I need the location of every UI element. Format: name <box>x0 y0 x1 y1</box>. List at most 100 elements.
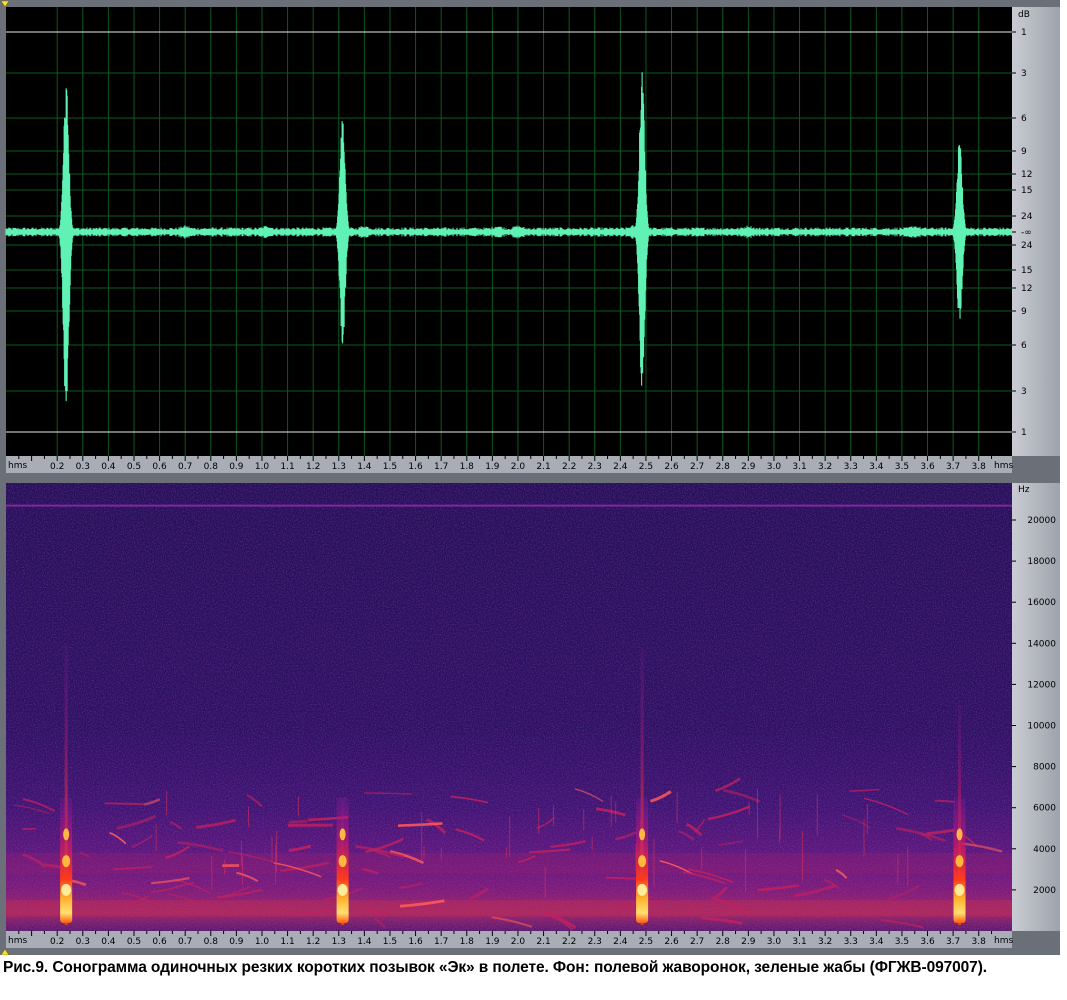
db-tick-label: 3 <box>1021 69 1027 79</box>
ruler-tick-label: 3.1 <box>792 937 806 947</box>
ruler-tick-label: 1.0 <box>255 462 270 472</box>
mid-frequency-band <box>6 852 1012 874</box>
call-energy-peak <box>639 828 646 841</box>
ruler-tick-label: 0.7 <box>178 937 192 947</box>
ruler-tick-label: 0.3 <box>76 462 90 472</box>
call-energy-peak <box>338 855 347 868</box>
ruler-tick-label: 1.5 <box>383 937 397 947</box>
hz-scale-panel <box>1012 483 1060 931</box>
ruler-tick-label: 3.5 <box>895 937 909 947</box>
ruler-tick-label: 0.6 <box>152 462 167 472</box>
call-energy-peak <box>61 883 72 896</box>
ruler-tick-label: 3.0 <box>767 937 782 947</box>
ruler-tick-label: 2.0 <box>511 937 526 947</box>
figure-caption: Рис.9. Сонограмма одиночных резких корот… <box>3 959 987 976</box>
db-tick-label: 15 <box>1021 266 1032 276</box>
ruler-tick-label: 1.4 <box>357 937 372 947</box>
hz-tick-label: 18000 <box>1027 557 1056 567</box>
ruler-unit-label-right: hms <box>994 936 1013 946</box>
hz-tick-label: 4000 <box>1033 845 1056 855</box>
ruler-tick-label: 1.6 <box>408 462 423 472</box>
ruler-tick-label: 3.0 <box>767 462 782 472</box>
ruler-tick-label: 0.6 <box>152 937 167 947</box>
ruler-tick-label: 1.9 <box>485 937 500 947</box>
ruler-tick-label: 1.5 <box>383 462 397 472</box>
ruler-tick-label: 3.3 <box>844 937 858 947</box>
call-energy-peak <box>637 883 648 896</box>
ruler-tick-label: 2.3 <box>588 462 602 472</box>
db-tick-label: 1 <box>1021 28 1027 38</box>
ruler-tick-label: 0.2 <box>50 937 64 947</box>
ruler-tick-label: 0.9 <box>229 937 244 947</box>
background-sound-trace <box>288 819 308 824</box>
ruler-tick-label: 3.2 <box>818 937 832 947</box>
ruler-unit-label-left: hms <box>8 461 27 471</box>
call-energy-peak <box>62 855 71 868</box>
ruler-tick-label: 3.1 <box>792 462 806 472</box>
ruler-tick-label: 1.6 <box>408 937 423 947</box>
low-frequency-band <box>6 900 1012 917</box>
hz-unit-label: Hz <box>1018 485 1030 495</box>
ruler-tick-label: 0.8 <box>204 462 219 472</box>
db-tick-label: 1 <box>1021 428 1027 438</box>
call-energy-peak <box>955 855 964 868</box>
ruler-tick-label: 2.6 <box>664 462 679 472</box>
ruler-tick-label: 3.3 <box>844 462 858 472</box>
ruler-tick-label: 0.7 <box>178 462 192 472</box>
hz-tick-label: 2000 <box>1033 886 1056 896</box>
playhead-marker-top-icon[interactable] <box>0 0 10 8</box>
hz-tick-label: 12000 <box>1027 680 1056 690</box>
playhead-marker-bottom-icon[interactable] <box>0 948 10 956</box>
call-energy-peak <box>638 855 647 868</box>
call-energy-peak <box>337 883 348 896</box>
ruler-tick-label: 0.8 <box>204 937 219 947</box>
call-energy-peak <box>956 828 963 841</box>
ruler-tick-label: 1.7 <box>434 937 448 947</box>
hz-tick-label: 8000 <box>1033 763 1056 773</box>
hz-tick-label: 10000 <box>1027 721 1056 731</box>
db-tick-label: -∞ <box>1021 228 1032 238</box>
ruler-tick-label: 2.2 <box>562 937 576 947</box>
ruler-tick-label: 2.4 <box>613 462 628 472</box>
ruler-tick-label: 0.5 <box>127 937 141 947</box>
audio-views: dB 1 3 6 9 12 15 24 -∞ 24 15 12 9 6 3 1 hms hms 0.2 0.3… <box>0 0 1060 956</box>
ruler-tick-label: 2.7 <box>690 462 704 472</box>
db-tick-label: 24 <box>1021 241 1033 251</box>
ruler-tick-label: 1.8 <box>460 937 475 947</box>
ruler-tick-label: 3.2 <box>818 462 832 472</box>
db-tick-label: 6 <box>1021 114 1027 124</box>
ruler-tick-label: 2.5 <box>639 937 653 947</box>
ruler-tick-label: 0.4 <box>101 937 116 947</box>
ruler-unit-label-right: hms <box>994 461 1013 471</box>
call-energy-peak <box>954 883 965 896</box>
ruler-tick-label: 3.7 <box>946 937 960 947</box>
ruler-tick-label: 0.9 <box>229 462 244 472</box>
db-tick-label: 3 <box>1021 387 1027 397</box>
ruler-tick-label: 0.4 <box>101 462 116 472</box>
call-energy-peak <box>63 828 70 841</box>
ruler-tick-label: 2.8 <box>716 937 731 947</box>
background-sound-trace <box>104 802 145 806</box>
call-energy-peak <box>339 828 346 841</box>
ruler-tick-label: 2.9 <box>741 462 756 472</box>
ruler-tick-label: 2.5 <box>639 462 653 472</box>
ruler-tick-label: 3.4 <box>869 462 884 472</box>
ruler-tick-label: 3.5 <box>895 462 909 472</box>
ruler-tick-label: 1.3 <box>332 937 346 947</box>
ruler-tick-label: 2.8 <box>716 462 731 472</box>
db-unit-label: dB <box>1018 10 1030 20</box>
ruler-tick-label: 2.0 <box>511 462 526 472</box>
db-tick-label: 9 <box>1021 147 1027 157</box>
ruler-tick-label: 2.9 <box>741 937 756 947</box>
hz-tick-label: 6000 <box>1033 804 1056 814</box>
ruler-tick-label: 1.2 <box>306 462 320 472</box>
db-tick-label: 6 <box>1021 341 1027 351</box>
ruler-tick-label: 3.6 <box>920 462 935 472</box>
db-tick-label: 9 <box>1021 307 1027 317</box>
ruler-tick-label: 1.2 <box>306 937 320 947</box>
ruler-tick-label: 0.3 <box>76 937 90 947</box>
db-scale-panel <box>1012 7 1060 456</box>
hz-tick-label: 20000 <box>1027 516 1056 526</box>
ruler-tick-label: 0.5 <box>127 462 141 472</box>
ruler-tick-label: 2.1 <box>536 937 550 947</box>
